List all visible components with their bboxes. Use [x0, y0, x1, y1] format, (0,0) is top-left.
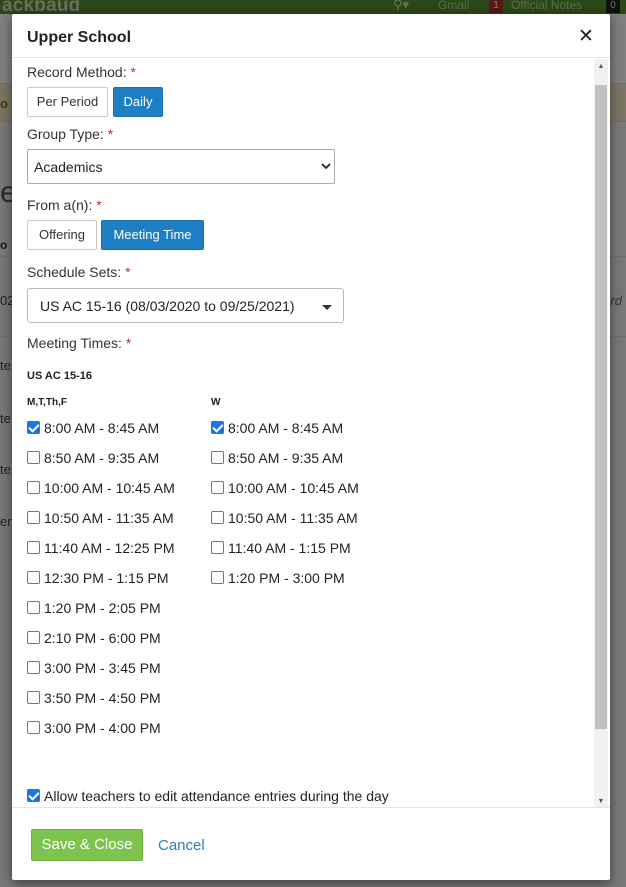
meeting-time-checkbox[interactable] — [27, 601, 40, 614]
meeting-time-label: 8:00 AM - 8:45 AM — [44, 420, 160, 436]
meeting-time-label: 10:50 AM - 11:35 AM — [44, 510, 174, 526]
meeting-time-option[interactable]: 8:50 AM - 9:35 AM — [27, 449, 175, 479]
meeting-time-label: 1:20 PM - 3:00 PM — [228, 570, 345, 586]
meeting-time-checkbox[interactable] — [211, 511, 224, 524]
daily-button[interactable]: Daily — [113, 87, 163, 117]
meeting-time-label: 12:30 PM - 1:15 PM — [44, 570, 169, 586]
day-heading: W — [211, 397, 221, 408]
meeting-time-option[interactable]: 3:50 PM - 4:50 PM — [27, 689, 175, 719]
time-list: 8:00 AM - 8:45 AM 8:50 AM - 9:35 AM 10:00 … — [211, 419, 359, 599]
attendance-settings-modal: Upper School ✕ Record Method: * Per Peri… — [12, 14, 610, 880]
meeting-time-label: 8:50 AM - 9:35 AM — [44, 450, 160, 466]
schedule-sets-label: Schedule Sets: * — [27, 264, 131, 280]
meeting-time-label: 10:00 AM - 10:45 AM — [44, 480, 175, 496]
meeting-time-option[interactable]: 1:20 PM - 2:05 PM — [27, 599, 175, 629]
record-method-label: Record Method: * — [27, 64, 136, 80]
schedule-sets-dropdown[interactable]: US AC 15-16 (08/03/2020 to 09/25/2021) — [27, 288, 344, 323]
meeting-time-option[interactable]: 8:00 AM - 8:45 AM — [211, 419, 359, 449]
allow-edit-checkbox[interactable] — [27, 789, 40, 802]
meeting-time-checkbox[interactable] — [27, 541, 40, 554]
group-type-select[interactable]: Academics — [27, 149, 335, 184]
meeting-time-label: 8:50 AM - 9:35 AM — [228, 450, 344, 466]
meeting-time-option[interactable]: 11:40 AM - 12:25 PM — [27, 539, 175, 569]
modal-footer: Save & Close Cancel — [12, 807, 610, 880]
meeting-time-checkbox[interactable] — [211, 541, 224, 554]
meeting-time-checkbox[interactable] — [27, 481, 40, 494]
meeting-times-column-w: W 8:00 AM - 8:45 AM 8:50 AM - 9:35 AM 10:0… — [211, 395, 359, 599]
scroll-down-arrow-icon[interactable]: ▼ — [594, 798, 608, 805]
meeting-time-checkbox[interactable] — [211, 451, 224, 464]
required-marker: * — [107, 126, 114, 142]
meeting-time-label: 11:40 AM - 1:15 PM — [228, 540, 351, 556]
meeting-time-option[interactable]: 1:20 PM - 3:00 PM — [211, 569, 359, 599]
meeting-time-option[interactable]: 8:00 AM - 8:45 AM — [27, 419, 175, 449]
meeting-time-checkbox[interactable] — [27, 511, 40, 524]
meeting-time-label: 2:10 PM - 6:00 PM — [44, 630, 161, 646]
meeting-time-label: 10:50 AM - 11:35 AM — [228, 510, 358, 526]
meeting-time-label: 10:00 AM - 10:45 AM — [228, 480, 359, 496]
meeting-time-checkbox[interactable] — [27, 691, 40, 704]
scrollbar-thumb[interactable] — [595, 85, 607, 729]
allow-edit-row[interactable]: Allow teachers to edit attendance entrie… — [27, 787, 389, 805]
meeting-time-label: 3:00 PM - 4:00 PM — [44, 720, 161, 736]
meeting-times-column-mtthf: M,T,Th,F 8:00 AM - 8:45 AM 8:50 AM - 9:35… — [27, 395, 175, 749]
allow-edit-label: Allow teachers to edit attendance entrie… — [44, 788, 389, 804]
modal-header: Upper School ✕ — [12, 14, 610, 58]
from-label: From a(n): * — [27, 197, 102, 213]
group-type-value: Academics — [34, 159, 103, 175]
modal-body[interactable]: Record Method: * Per Period Daily Group … — [12, 59, 610, 807]
meeting-times-label: Meeting Times: * — [27, 335, 132, 351]
meeting-time-button[interactable]: Meeting Time — [101, 220, 204, 250]
meeting-time-checkbox[interactable] — [27, 451, 40, 464]
meeting-time-label: 8:00 AM - 8:45 AM — [228, 420, 344, 436]
meeting-time-checkbox[interactable] — [27, 631, 40, 644]
meeting-time-label: 3:00 PM - 3:45 PM — [44, 660, 161, 676]
meeting-time-option[interactable]: 10:00 AM - 10:45 AM — [27, 479, 175, 509]
meeting-time-option[interactable]: 3:00 PM - 4:00 PM — [27, 719, 175, 749]
meeting-time-checkbox[interactable] — [27, 721, 40, 734]
scrollbar[interactable]: ▲ ▼ — [594, 59, 608, 807]
caret-down-icon — [322, 305, 332, 310]
offering-button[interactable]: Offering — [27, 220, 97, 250]
meeting-time-label: 1:20 PM - 2:05 PM — [44, 600, 161, 616]
time-list: 8:00 AM - 8:45 AM 8:50 AM - 9:35 AM 10:00 … — [27, 419, 175, 749]
chevron-down-icon — [321, 163, 331, 170]
required-marker: * — [130, 64, 136, 80]
group-type-label: Group Type: * — [27, 126, 114, 142]
scroll-up-arrow-icon[interactable]: ▲ — [594, 63, 608, 70]
meeting-time-option[interactable]: 3:00 PM - 3:45 PM — [27, 659, 175, 689]
meeting-time-option[interactable]: 10:50 AM - 11:35 AM — [27, 509, 175, 539]
meeting-time-checkbox[interactable] — [211, 421, 224, 434]
meeting-time-label: 11:40 AM - 12:25 PM — [44, 540, 175, 556]
required-marker: * — [125, 335, 132, 351]
day-heading: M,T,Th,F — [27, 397, 67, 408]
meeting-time-option[interactable]: 12:30 PM - 1:15 PM — [27, 569, 175, 599]
meeting-time-option[interactable]: 11:40 AM - 1:15 PM — [211, 539, 359, 569]
required-marker: * — [125, 264, 131, 280]
meeting-time-checkbox[interactable] — [211, 571, 224, 584]
per-period-button[interactable]: Per Period — [27, 87, 108, 117]
meeting-time-option[interactable]: 8:50 AM - 9:35 AM — [211, 449, 359, 479]
modal-title: Upper School — [27, 29, 132, 46]
meeting-time-option[interactable]: 10:50 AM - 11:35 AM — [211, 509, 359, 539]
meeting-time-checkbox[interactable] — [27, 661, 40, 674]
close-icon[interactable]: ✕ — [578, 27, 594, 46]
schedule-sets-value: US AC 15-16 (08/03/2020 to 09/25/2021) — [40, 298, 295, 314]
save-and-close-button[interactable]: Save & Close — [31, 829, 143, 861]
meeting-time-checkbox[interactable] — [27, 571, 40, 584]
schedule-set-name: US AC 15-16 — [27, 370, 93, 382]
cancel-link[interactable]: Cancel — [158, 837, 205, 854]
required-marker: * — [96, 197, 102, 213]
meeting-time-checkbox[interactable] — [211, 481, 224, 494]
meeting-time-label: 3:50 PM - 4:50 PM — [44, 690, 161, 706]
meeting-time-option[interactable]: 2:10 PM - 6:00 PM — [27, 629, 175, 659]
meeting-time-option[interactable]: 10:00 AM - 10:45 AM — [211, 479, 359, 509]
meeting-time-checkbox[interactable] — [27, 421, 40, 434]
